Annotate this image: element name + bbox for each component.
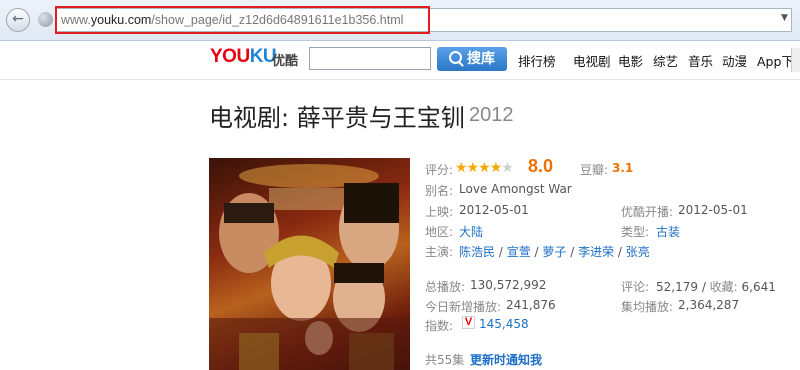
episode-avg-label: 集均播放:	[621, 300, 674, 314]
nav-item-rankings[interactable]: 排行榜	[518, 51, 556, 70]
nav-item-variety[interactable]: 综艺	[653, 51, 678, 70]
search-icon	[449, 51, 462, 64]
nav-item-music[interactable]: 音乐	[688, 51, 713, 70]
release-date: 2012-05-01	[459, 203, 529, 217]
episode-avg-value: 2,364,287	[678, 298, 740, 312]
youku-premiere-date: 2012-05-01	[678, 203, 748, 217]
comments-value: 52,179 / 收藏: 6,641	[656, 280, 776, 294]
search-input[interactable]	[309, 47, 431, 70]
search-button[interactable]: 搜库	[437, 47, 507, 71]
nav-item-anime[interactable]: 动漫	[722, 51, 747, 70]
globe-icon	[38, 12, 53, 27]
poster-artwork	[209, 164, 410, 370]
scrollbar-stub[interactable]	[791, 48, 800, 72]
nav-item-tv[interactable]: 电视剧	[573, 51, 611, 70]
url-highlight-box	[55, 6, 430, 34]
cast-link[interactable]: 萝子	[542, 245, 566, 259]
cast-link[interactable]: 宣萱	[507, 245, 531, 259]
douban-label: 豆瓣:	[580, 163, 609, 177]
rating-score: 8.0	[528, 156, 554, 176]
region-label: 地区:	[425, 225, 454, 239]
region-link[interactable]: 大陆	[459, 223, 483, 240]
alias-value: Love Amongst War	[459, 182, 572, 196]
youku-logo[interactable]: YOUKU	[210, 46, 277, 68]
arrow-left-icon: ←	[12, 11, 24, 27]
rating-label: 评分:	[425, 163, 454, 177]
cast-link[interactable]: 张亮	[626, 245, 650, 259]
nav-item-movies[interactable]: 电影	[618, 51, 643, 70]
index-label: 指数:	[425, 319, 454, 333]
today-plays-value: 241,876	[506, 298, 556, 312]
genre-link[interactable]: 古装	[656, 223, 680, 240]
release-label: 上映:	[425, 205, 454, 219]
update-notify-link[interactable]: 更新时通知我	[470, 351, 542, 368]
address-dropdown-icon[interactable]: ▼	[781, 13, 788, 23]
today-plays-label: 今日新增播放:	[425, 300, 502, 314]
back-button[interactable]: ←	[6, 8, 30, 32]
total-plays-value: 130,572,992	[470, 278, 547, 292]
show-year: 2012	[469, 104, 514, 126]
comments-label: 评论:	[621, 280, 650, 294]
douban-score: 3.1	[612, 161, 634, 175]
youku-premiere-label: 优酷开播:	[621, 205, 674, 219]
cast-link[interactable]: 李进荣	[578, 245, 614, 259]
total-plays-label: 总播放:	[425, 280, 466, 294]
youku-logo-cn[interactable]: 优酷	[272, 50, 298, 69]
alias-label: 别名:	[425, 184, 454, 198]
genre-label: 类型:	[621, 225, 650, 239]
rating-stars: ★★★★★	[455, 160, 514, 176]
cast-label: 主演:	[425, 245, 454, 259]
show-poster[interactable]	[209, 158, 410, 370]
cast-link[interactable]: 陈浩民	[459, 245, 495, 259]
index-value[interactable]: 145,458	[479, 317, 529, 331]
page-title: 电视剧: 薛平贵与王宝钏	[209, 104, 465, 132]
cast-list: 陈浩民 / 宣萱 / 萝子 / 李进荣 / 张亮	[459, 245, 650, 259]
youku-index-icon: V	[462, 316, 475, 329]
episode-count: 共55集	[425, 353, 465, 367]
